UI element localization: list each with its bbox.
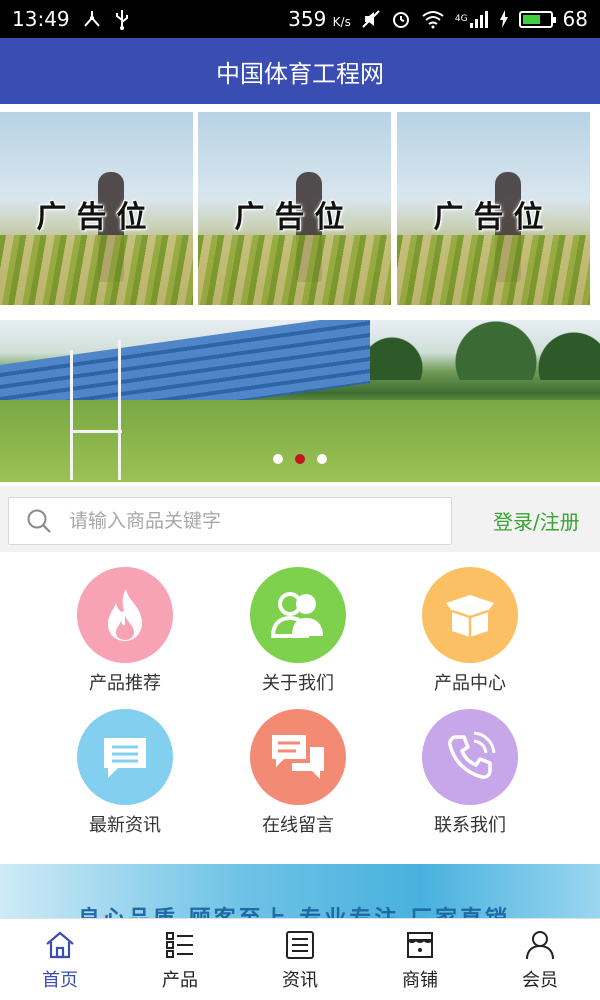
battery-level xyxy=(522,14,541,24)
page-title: 中国体育工程网 xyxy=(216,59,384,88)
status-time: 13:49 xyxy=(12,7,70,31)
search-box[interactable] xyxy=(8,497,452,545)
status-bar: 13:49 359 K/s 4G 68 xyxy=(0,0,600,38)
tab-label: 首页 xyxy=(42,970,78,991)
grid-item-news[interactable]: 最新资讯 xyxy=(45,709,205,859)
ad-banner-3[interactable]: 广告位 xyxy=(397,112,590,305)
tab-products[interactable]: 产品 xyxy=(120,919,240,1000)
grid-item-label: 在线留言 xyxy=(262,815,334,836)
tab-label: 资讯 xyxy=(282,970,318,991)
carousel-dot[interactable] xyxy=(273,454,283,464)
search-row: 登录/注册 xyxy=(0,486,600,552)
ad-label: 广告位 xyxy=(234,200,355,235)
message-icon xyxy=(104,738,146,778)
grid-item-recommended[interactable]: 产品推荐 xyxy=(45,567,205,717)
tab-member[interactable]: 会员 xyxy=(480,919,600,1000)
promo-banner[interactable]: 良心品质 顾客至上 专业专注 厂家直销 xyxy=(0,864,600,920)
trees-image xyxy=(340,320,600,380)
user-icon xyxy=(523,928,557,962)
tab-store[interactable]: 商铺 xyxy=(360,919,480,1000)
grid-circle xyxy=(77,567,173,663)
ad-strip: 广告位 广告位 广告位 xyxy=(0,104,600,314)
tab-label: 产品 xyxy=(162,970,198,991)
grid-circle xyxy=(250,567,346,663)
grid-item-about[interactable]: 关于我们 xyxy=(218,567,378,717)
mute-icon xyxy=(361,9,381,29)
grass-image xyxy=(0,235,193,305)
alarm-icon xyxy=(391,9,411,29)
share-icon xyxy=(82,9,102,29)
battery-icon xyxy=(518,10,556,28)
category-grid: 产品推荐 关于我们 产品中心 最新资讯 在线留言 联系我们 xyxy=(0,552,600,864)
news-icon xyxy=(283,928,317,962)
grid-item-label: 产品中心 xyxy=(434,673,506,694)
list-icon xyxy=(163,928,197,962)
tab-bar: 首页 产品 资讯 商铺 会员 xyxy=(0,918,600,1000)
grid-item-label: 最新资讯 xyxy=(89,815,161,836)
network-speed: 359 K/s xyxy=(288,7,351,31)
search-icon xyxy=(9,497,69,545)
grid-item-message[interactable]: 在线留言 xyxy=(218,709,378,859)
users-icon xyxy=(270,592,323,638)
app-header: 中国体育工程网 xyxy=(0,38,600,104)
grass-image xyxy=(397,235,590,305)
ad-label: 广告位 xyxy=(433,200,554,235)
home-icon xyxy=(43,928,77,962)
tab-label: 商铺 xyxy=(402,970,438,991)
chat-icon xyxy=(272,735,324,779)
grid-item-label: 产品推荐 xyxy=(89,673,161,694)
grid-circle xyxy=(250,709,346,805)
box-icon xyxy=(446,595,494,637)
carousel-dot[interactable] xyxy=(317,454,327,464)
grid-item-products[interactable]: 产品中心 xyxy=(390,567,550,717)
battery-percent: 68 xyxy=(562,7,588,31)
goal-crossbar xyxy=(70,430,122,433)
grass-image xyxy=(198,235,391,305)
grid-item-label: 关于我们 xyxy=(262,673,334,694)
tab-news[interactable]: 资讯 xyxy=(240,919,360,1000)
ad-label: 广告位 xyxy=(36,200,157,235)
wifi-icon xyxy=(421,9,445,29)
carousel-dots xyxy=(0,454,600,466)
grid-circle xyxy=(422,567,518,663)
login-register-link[interactable]: 登录/注册 xyxy=(493,506,580,535)
pitch-image xyxy=(0,400,600,482)
search-input[interactable] xyxy=(69,510,439,532)
grid-item-label: 联系我们 xyxy=(434,815,506,836)
tab-label: 会员 xyxy=(522,970,558,991)
phone-icon xyxy=(448,731,496,779)
ad-banner-2[interactable]: 广告位 xyxy=(198,112,391,305)
grid-circle xyxy=(422,709,518,805)
grid-item-contact[interactable]: 联系我们 xyxy=(390,709,550,859)
grid-circle xyxy=(77,709,173,805)
usb-icon xyxy=(114,8,130,30)
ad-banner-1[interactable]: 广告位 xyxy=(0,112,193,305)
store-icon xyxy=(403,928,437,962)
fire-icon xyxy=(108,589,142,641)
charging-icon xyxy=(499,10,509,28)
tab-home[interactable]: 首页 xyxy=(0,919,120,1000)
carousel-dot[interactable] xyxy=(295,454,305,464)
signal-icon: 4G xyxy=(455,9,489,29)
